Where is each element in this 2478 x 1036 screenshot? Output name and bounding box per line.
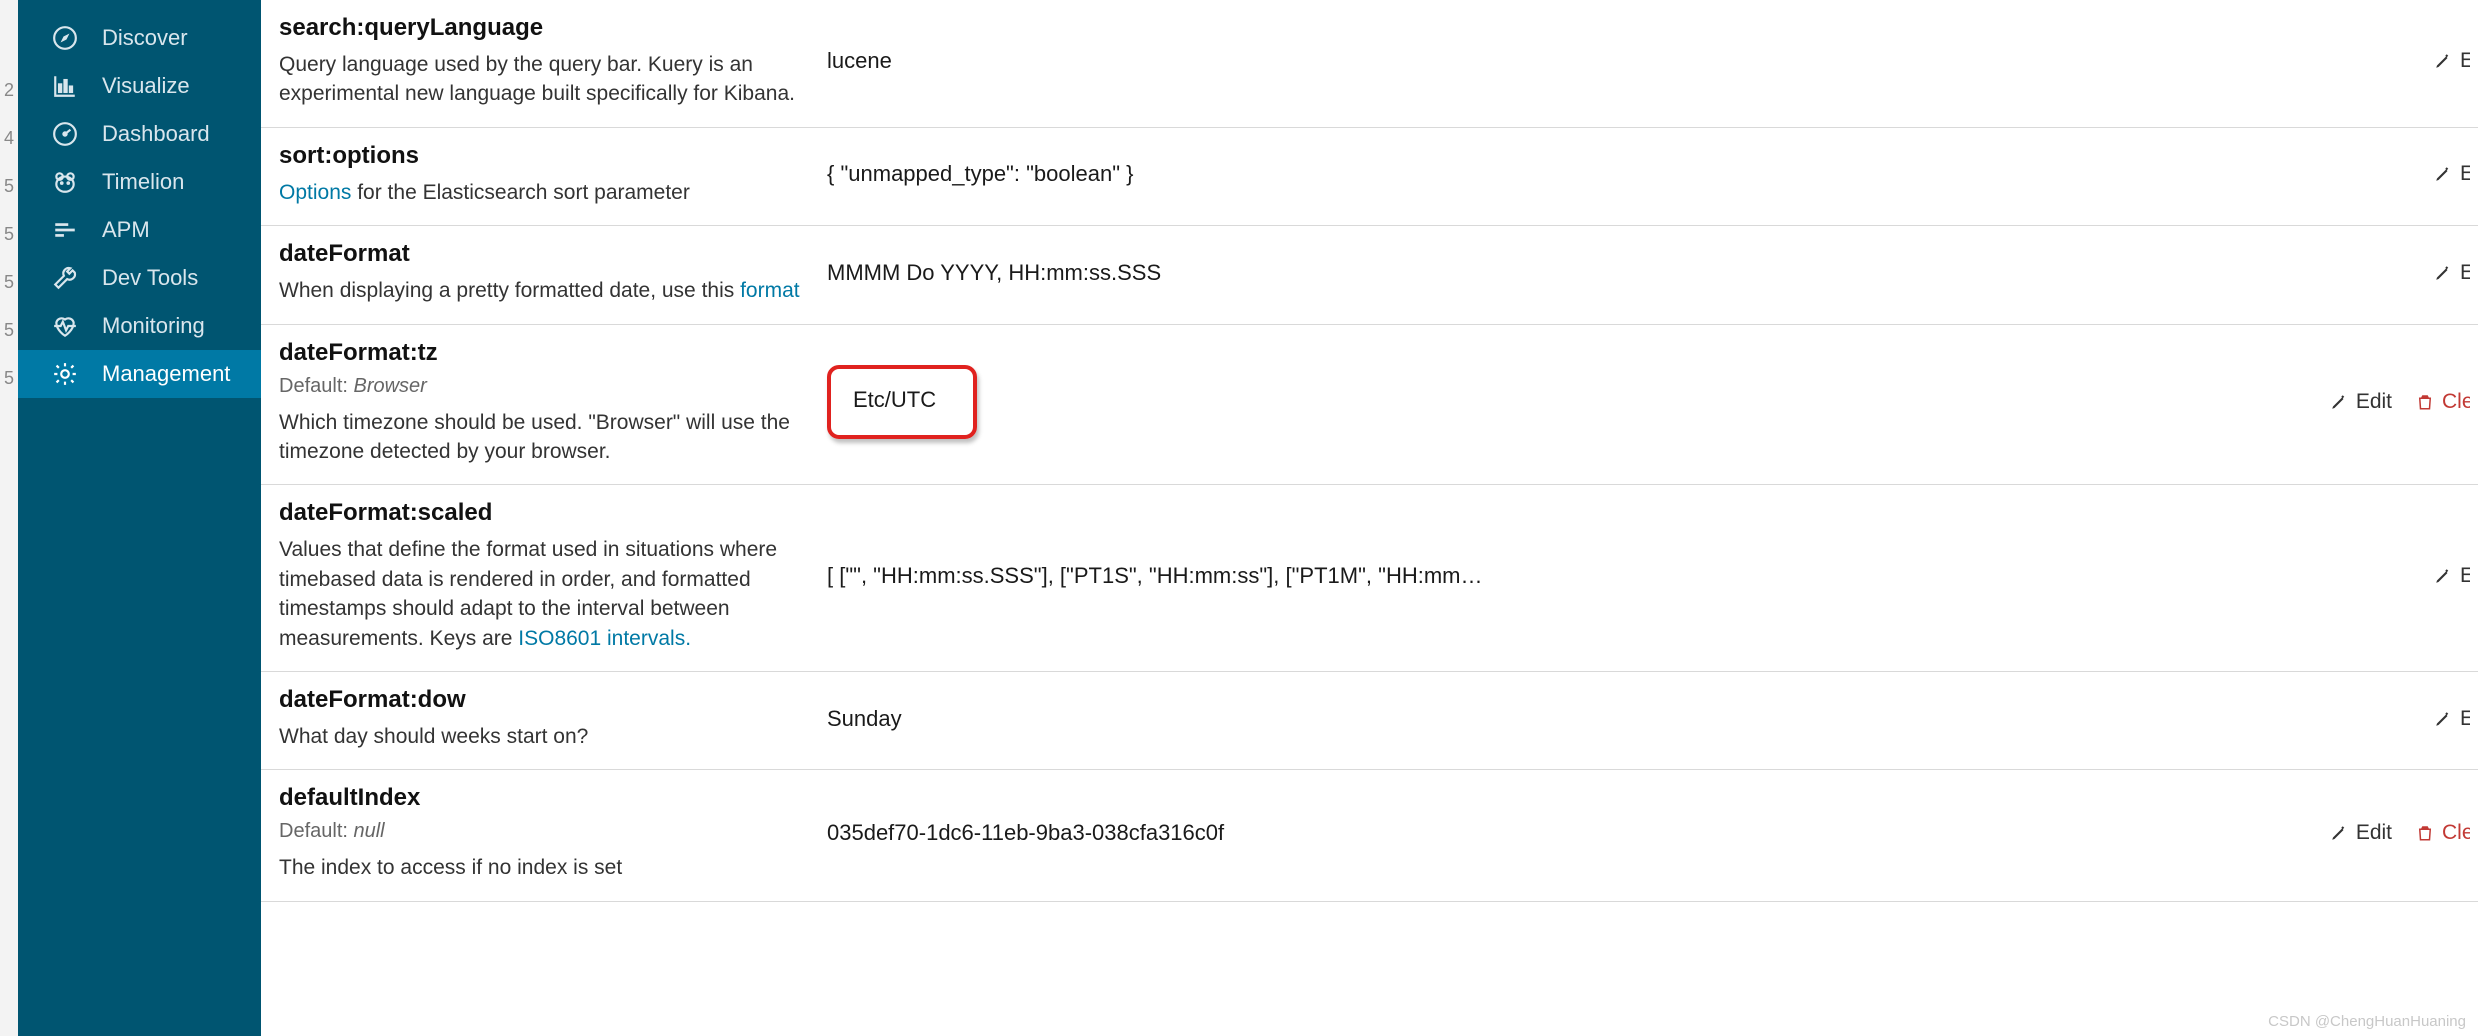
setting-description-column: dateFormat:scaled Values that define the … (261, 499, 815, 653)
gauge-icon (50, 119, 80, 149)
setting-default: Default: null (279, 820, 801, 843)
trash-icon (2416, 823, 2434, 843)
bear-icon (50, 167, 80, 197)
setting-name: dateFormat:scaled (279, 499, 801, 527)
edit-action[interactable]: Edit (2330, 821, 2392, 845)
sidebar-item-management[interactable]: Management (18, 350, 261, 398)
sidebar-item-label: Dev Tools (102, 265, 198, 291)
edit-action[interactable]: E (2434, 564, 2470, 588)
setting-actions: E (2278, 14, 2478, 109)
sidebar-item-timelion[interactable]: Timelion (18, 158, 261, 206)
sidebar-logo-strip (18, 0, 261, 14)
sidebar-item-apm[interactable]: APM (18, 206, 261, 254)
clear-action[interactable]: Cle (2416, 390, 2470, 414)
pencil-icon (2434, 710, 2452, 728)
edit-action[interactable]: E (2434, 707, 2470, 731)
clear-action[interactable]: Cle (2416, 821, 2470, 845)
bar-chart-icon (50, 71, 80, 101)
apm-icon (50, 215, 80, 245)
setting-name: dateFormat:dow (279, 686, 801, 714)
pencil-icon (2434, 264, 2452, 282)
setting-description-column: search:queryLanguage Query language used … (261, 14, 815, 109)
setting-row-search-query-language: search:queryLanguage Query language used … (261, 0, 2478, 128)
gear-icon (50, 359, 80, 389)
setting-name: defaultIndex (279, 784, 801, 812)
setting-value: [ ["", "HH:mm:ss.SSS"], ["PT1S", "HH:mm:… (815, 499, 2278, 653)
settings-table: search:queryLanguage Query language used … (261, 0, 2478, 902)
edit-action[interactable]: E (2434, 49, 2470, 73)
setting-description-column: defaultIndex Default: null The index to ac… (261, 784, 815, 882)
heartbeat-icon (50, 311, 80, 341)
setting-row-sort-options: sort:options Options for the Elasticsearc… (261, 128, 2478, 226)
setting-value: Etc/UTC (815, 339, 2278, 467)
setting-value: lucene (815, 14, 2278, 109)
setting-value: Sunday (815, 686, 2278, 751)
sidebar-item-monitoring[interactable]: Monitoring (18, 302, 261, 350)
pencil-icon (2434, 567, 2452, 585)
sidebar-item-discover[interactable]: Discover (18, 14, 261, 62)
wrench-icon (50, 263, 80, 293)
highlighted-value-box: Etc/UTC (827, 365, 977, 439)
background-numbers: 2455555 (0, 0, 20, 1036)
sidebar-item-label: Dashboard (102, 121, 210, 147)
setting-description-column: dateFormat:dow What day should weeks star… (261, 686, 815, 751)
setting-description-column: dateFormat:tz Default: Browser Which timez… (261, 339, 815, 467)
setting-actions: Edit Cle (2278, 339, 2478, 467)
setting-actions: E (2278, 142, 2478, 207)
watermark: CSDN @ChengHuanHuaning (2268, 1013, 2466, 1030)
setting-desc-link[interactable]: ISO8601 intervals. (518, 627, 691, 650)
setting-row-date-format-scaled: dateFormat:scaled Values that define the … (261, 485, 2478, 672)
pencil-icon (2434, 165, 2452, 183)
setting-value: { "unmapped_type": "boolean" } (815, 142, 2278, 207)
setting-desc-link[interactable]: format (740, 279, 800, 302)
main-content: search:queryLanguage Query language used … (261, 0, 2478, 1036)
setting-actions: E (2278, 240, 2478, 305)
trash-icon (2416, 392, 2434, 412)
setting-name: dateFormat:tz (279, 339, 801, 367)
setting-description: Which timezone should be used. "Browser"… (279, 408, 801, 467)
setting-description: The index to access if no index is set (279, 853, 801, 882)
edit-action[interactable]: E (2434, 162, 2470, 186)
sidebar-item-visualize[interactable]: Visualize (18, 62, 261, 110)
setting-value: 035def70-1dc6-11eb-9ba3-038cfa316c0f (815, 784, 2278, 882)
sidebar-item-label: Management (102, 361, 230, 387)
setting-description-column: dateFormat When displaying a pretty forma… (261, 240, 815, 305)
sidebar-item-dashboard[interactable]: Dashboard (18, 110, 261, 158)
pencil-icon (2330, 824, 2348, 842)
edit-action[interactable]: Edit (2330, 390, 2392, 414)
sidebar-item-label: Visualize (102, 73, 190, 99)
setting-description: Values that define the format used in si… (279, 535, 801, 653)
setting-value: MMMM Do YYYY, HH:mm:ss.SSS (815, 240, 2278, 305)
setting-row-default-index: defaultIndex Default: null The index to ac… (261, 770, 2478, 901)
app-root: Discover Visualize Dashboard Timelion APM Dev… (0, 0, 2478, 1036)
pencil-icon (2330, 393, 2348, 411)
setting-name: sort:options (279, 142, 801, 170)
sidebar-item-label: Timelion (102, 169, 184, 195)
setting-desc-link[interactable]: Options (279, 181, 351, 204)
setting-description: Query language used by the query bar. Ku… (279, 50, 801, 109)
setting-row-date-format-dow: dateFormat:dow What day should weeks star… (261, 672, 2478, 770)
setting-description: Options for the Elasticsearch sort param… (279, 178, 801, 207)
setting-row-date-format-tz: dateFormat:tz Default: Browser Which timez… (261, 325, 2478, 486)
setting-description: What day should weeks start on? (279, 722, 801, 751)
setting-actions: Edit Cle (2278, 784, 2478, 882)
setting-description-column: sort:options Options for the Elasticsearc… (261, 142, 815, 207)
compass-icon (50, 23, 80, 53)
setting-row-date-format: dateFormat When displaying a pretty forma… (261, 226, 2478, 324)
edit-action[interactable]: E (2434, 261, 2470, 285)
setting-actions: E (2278, 499, 2478, 653)
sidebar-item-label: APM (102, 217, 150, 243)
setting-name: dateFormat (279, 240, 801, 268)
setting-default: Default: Browser (279, 375, 801, 398)
setting-actions: E (2278, 686, 2478, 751)
sidebar: Discover Visualize Dashboard Timelion APM Dev… (18, 0, 261, 1036)
sidebar-item-dev-tools[interactable]: Dev Tools (18, 254, 261, 302)
pencil-icon (2434, 52, 2452, 70)
setting-description: When displaying a pretty formatted date,… (279, 276, 801, 305)
sidebar-item-label: Discover (102, 25, 188, 51)
sidebar-item-label: Monitoring (102, 313, 205, 339)
setting-name: search:queryLanguage (279, 14, 801, 42)
